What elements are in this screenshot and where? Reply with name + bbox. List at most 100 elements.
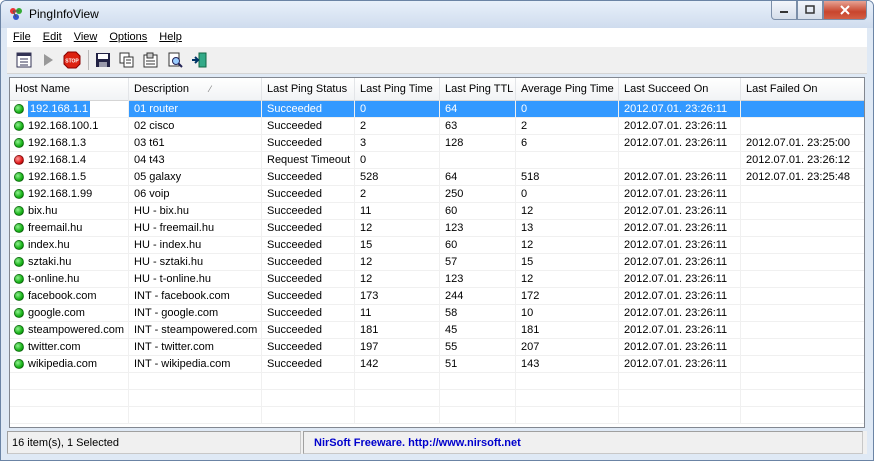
status-ok-icon <box>14 121 24 131</box>
column-header-host-name[interactable]: Host Name <box>10 78 129 101</box>
ping-results-list[interactable]: Host Name Description ⁄ Last Ping Status … <box>9 77 865 428</box>
cell-ping-time: 3 <box>355 135 440 152</box>
cell-host-name: google.com <box>10 305 129 322</box>
table-row[interactable]: index.hu HU - index.hu Succeeded 15 60 12 2012… <box>10 237 864 254</box>
title-bar[interactable]: PingInfoView <box>1 1 873 28</box>
menu-file[interactable]: File <box>7 28 37 47</box>
cell-last-failed <box>741 339 864 356</box>
empty-cell <box>741 407 864 424</box>
cell-description: HU - t-online.hu <box>129 271 262 288</box>
table-row[interactable]: google.com INT - google.com Succeeded 11 58 1… <box>10 305 864 322</box>
cell-ttl: 60 <box>440 237 516 254</box>
table-row[interactable]: twitter.com INT - twitter.com Succeeded 197… <box>10 339 864 356</box>
html-report-button[interactable] <box>140 49 162 71</box>
exit-button[interactable] <box>188 49 210 71</box>
empty-cell <box>355 390 440 407</box>
cell-description: INT - steampowered.com <box>129 322 262 339</box>
host-name-text: steampowered.com <box>28 323 124 336</box>
empty-cell <box>619 390 741 407</box>
cell-last-failed <box>741 101 864 118</box>
host-name-text: sztaki.hu <box>28 255 72 268</box>
host-name-text: 192.168.1.99 <box>28 187 93 200</box>
nirsoft-link[interactable]: NirSoft Freeware. http://www.nirsoft.net <box>303 431 863 454</box>
maximize-button[interactable] <box>797 1 823 20</box>
cell-host-name: steampowered.com <box>10 322 129 339</box>
cell-last-succeed <box>619 152 741 169</box>
save-button[interactable] <box>92 49 114 71</box>
host-name-text: wikipedia.com <box>28 357 98 370</box>
cell-status: Succeeded <box>262 203 355 220</box>
cell-ping-time: 12 <box>355 220 440 237</box>
status-ok-icon <box>14 274 24 284</box>
status-ok-icon <box>14 308 24 318</box>
table-row[interactable]: steampowered.com INT - steampowered.com Su… <box>10 322 864 339</box>
find-button[interactable] <box>164 49 186 71</box>
cell-ttl: 64 <box>440 169 516 186</box>
cell-host-name: 192.168.100.1 <box>10 118 129 135</box>
table-row[interactable]: 192.168.1.1 01 router Succeeded 0 64 0 2012.07… <box>10 101 864 118</box>
cell-host-name: twitter.com <box>10 339 129 356</box>
cell-ttl: 244 <box>440 288 516 305</box>
cell-description: INT - facebook.com <box>129 288 262 305</box>
stop-ping-button[interactable]: STOP <box>61 49 83 71</box>
menu-view[interactable]: View <box>68 28 104 47</box>
cell-host-name: facebook.com <box>10 288 129 305</box>
cell-last-succeed: 2012.07.01. 23:26:11 <box>619 356 741 373</box>
status-ok-icon <box>14 257 24 267</box>
options-icon <box>143 52 158 68</box>
cell-host-name: sztaki.hu <box>10 254 129 271</box>
copy-button[interactable] <box>116 49 138 71</box>
empty-cell <box>10 407 129 424</box>
cell-status: Succeeded <box>262 339 355 356</box>
status-ok-icon <box>14 223 24 233</box>
table-row[interactable]: 192.168.1.3 03 t61 Succeeded 3 128 6 2012.07.0… <box>10 135 864 152</box>
cell-status: Succeeded <box>262 220 355 237</box>
table-row[interactable]: wikipedia.com INT - wikipedia.com Succeede… <box>10 356 864 373</box>
cell-host-name: 192.168.1.99 <box>10 186 129 203</box>
table-row[interactable]: sztaki.hu HU - sztaki.hu Succeeded 12 57 15 20… <box>10 254 864 271</box>
table-row[interactable]: 192.168.100.1 02 cisco Succeeded 2 63 2 2012.0… <box>10 118 864 135</box>
menu-help[interactable]: Help <box>153 28 188 47</box>
cell-description: 02 cisco <box>129 118 262 135</box>
cell-last-failed <box>741 118 864 135</box>
empty-row <box>10 407 864 424</box>
column-header-last-succeed-on[interactable]: Last Succeed On <box>619 78 741 101</box>
menu-bar: File Edit View Options Help <box>7 28 867 47</box>
column-header-last-failed-on[interactable]: Last Failed On <box>741 78 864 101</box>
column-header-last-ping-time[interactable]: Last Ping Time <box>355 78 440 101</box>
cell-ttl <box>440 152 516 169</box>
column-header-last-ping-status[interactable]: Last Ping Status <box>262 78 355 101</box>
cell-last-failed <box>741 220 864 237</box>
column-header-last-ping-ttl[interactable]: Last Ping TTL <box>440 78 516 101</box>
properties-button[interactable] <box>13 49 35 71</box>
cell-ping-time: 181 <box>355 322 440 339</box>
table-row[interactable]: 192.168.1.5 05 galaxy Succeeded 528 64 518 201… <box>10 169 864 186</box>
cell-last-succeed: 2012.07.01. 23:26:11 <box>619 305 741 322</box>
cell-last-succeed: 2012.07.01. 23:26:11 <box>619 322 741 339</box>
cell-last-succeed: 2012.07.01. 23:26:11 <box>619 101 741 118</box>
table-row[interactable]: t-online.hu HU - t-online.hu Succeeded 12 12… <box>10 271 864 288</box>
table-row[interactable]: 192.168.1.4 04 t43 Request Timeout 0 2012.07… <box>10 152 864 169</box>
cell-last-succeed: 2012.07.01. 23:26:11 <box>619 288 741 305</box>
cell-status: Succeeded <box>262 356 355 373</box>
cell-status: Succeeded <box>262 169 355 186</box>
column-header-average-ping-time[interactable]: Average Ping Time <box>516 78 619 101</box>
empty-cell <box>262 373 355 390</box>
cell-description: HU - index.hu <box>129 237 262 254</box>
empty-cell <box>355 407 440 424</box>
table-row[interactable]: facebook.com INT - facebook.com Succeeded 1… <box>10 288 864 305</box>
close-button[interactable] <box>823 1 867 20</box>
table-row[interactable]: 192.168.1.99 06 voip Succeeded 2 250 0 2012.07… <box>10 186 864 203</box>
minimize-button[interactable] <box>771 1 797 20</box>
menu-options[interactable]: Options <box>103 28 153 47</box>
status-ok-icon <box>14 172 24 182</box>
table-row[interactable]: freemail.hu HU - freemail.hu Succeeded 12 12… <box>10 220 864 237</box>
table-row[interactable]: bix.hu HU - bix.hu Succeeded 11 60 12 2012.07.… <box>10 203 864 220</box>
column-header-description[interactable]: Description ⁄ <box>129 78 262 101</box>
start-ping-button[interactable] <box>37 49 59 71</box>
menu-edit[interactable]: Edit <box>37 28 68 47</box>
host-name-text: google.com <box>28 306 85 319</box>
empty-cell <box>129 390 262 407</box>
toolbar-separator <box>88 50 89 70</box>
cell-last-succeed: 2012.07.01. 23:26:11 <box>619 237 741 254</box>
